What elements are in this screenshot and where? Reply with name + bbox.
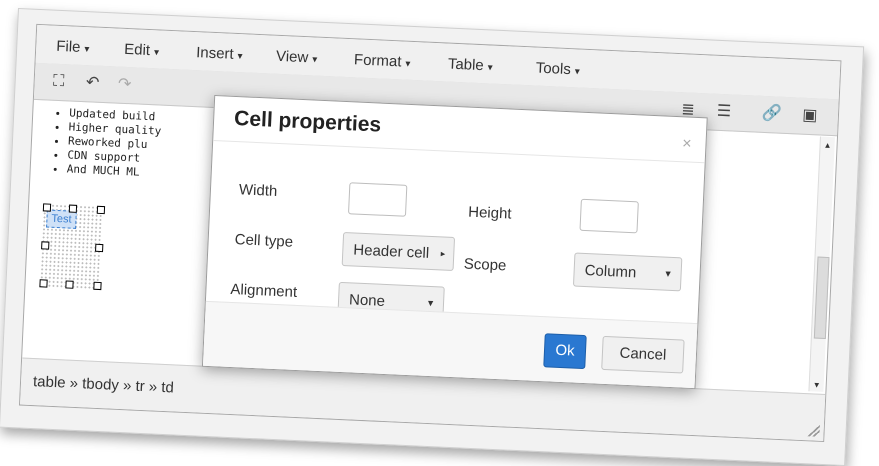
chevron-down-icon: ▾ bbox=[84, 44, 90, 56]
cell-properties-dialog: Cell properties × Width Height Cell type… bbox=[201, 94, 708, 390]
screenshot-card: File ▾ Edit ▾ Insert ▾ View ▾ Format ▾ Table ▾… bbox=[0, 8, 865, 466]
close-icon[interactable]: × bbox=[682, 135, 692, 153]
editor-table[interactable]: Test bbox=[39, 203, 106, 291]
resize-grip-icon[interactable] bbox=[807, 424, 820, 437]
width-label: Width bbox=[238, 181, 278, 200]
link-icon[interactable]: 🔗 bbox=[757, 102, 786, 127]
menu-insert[interactable]: Insert ▾ bbox=[196, 44, 243, 63]
menu-table[interactable]: Table ▾ bbox=[448, 56, 494, 75]
resize-handle[interactable] bbox=[42, 203, 52, 212]
menu-tools[interactable]: Tools ▾ bbox=[535, 60, 580, 79]
editor-content[interactable]: Updated build Higher quality Reworked pl… bbox=[40, 105, 162, 180]
element-path[interactable]: table » tbody » tr » td bbox=[33, 373, 175, 396]
chevron-down-icon: ▾ bbox=[311, 54, 318, 66]
vertical-scrollbar[interactable]: ▲ ▼ bbox=[808, 136, 835, 392]
ok-button[interactable]: Ok bbox=[543, 333, 587, 370]
chevron-down-icon: ▾ bbox=[487, 62, 493, 74]
clear-formatting-icon[interactable]: ⛶ bbox=[44, 69, 73, 94]
scroll-down-icon[interactable]: ▼ bbox=[813, 380, 821, 389]
chevron-down-icon: ▾ bbox=[237, 51, 243, 63]
menu-edit[interactable]: Edit ▾ bbox=[124, 41, 160, 60]
undo-icon[interactable]: ↶ bbox=[78, 71, 107, 96]
resize-handle[interactable] bbox=[65, 280, 74, 289]
chevron-down-icon: ▼ bbox=[663, 268, 673, 279]
resize-handle[interactable] bbox=[95, 243, 104, 253]
cancel-button[interactable]: Cancel bbox=[601, 335, 685, 374]
width-input[interactable] bbox=[347, 182, 408, 217]
resize-handle[interactable] bbox=[39, 279, 48, 288]
chevron-right-icon: ▸ bbox=[440, 248, 446, 259]
resize-handle[interactable] bbox=[93, 281, 102, 291]
resize-handle[interactable] bbox=[68, 204, 78, 213]
bullet-list: Updated build Higher quality Reworked pl… bbox=[40, 105, 162, 180]
height-label: Height bbox=[467, 203, 512, 223]
resize-handle[interactable] bbox=[41, 241, 50, 250]
image-icon[interactable]: ▣ bbox=[795, 103, 824, 128]
scope-label: Scope bbox=[463, 255, 507, 275]
scope-select[interactable]: Column ▼ bbox=[572, 252, 683, 292]
indent-right-icon[interactable]: ☰ bbox=[709, 100, 738, 125]
chevron-down-icon: ▾ bbox=[574, 66, 580, 78]
menu-file[interactable]: File ▾ bbox=[56, 38, 90, 56]
dialog-title: Cell properties bbox=[233, 106, 382, 137]
scroll-up-icon[interactable]: ▲ bbox=[823, 141, 831, 150]
cell-type-label: Cell type bbox=[234, 231, 294, 251]
resize-handle[interactable] bbox=[96, 205, 106, 215]
alignment-label: Alignment bbox=[230, 280, 298, 301]
scrollbar-thumb[interactable] bbox=[813, 256, 830, 339]
menu-format[interactable]: Format ▾ bbox=[354, 51, 411, 71]
chevron-down-icon: ▼ bbox=[425, 297, 436, 309]
redo-icon[interactable]: ↷ bbox=[110, 72, 139, 97]
chevron-down-icon: ▾ bbox=[405, 58, 411, 70]
height-input[interactable] bbox=[579, 198, 639, 234]
cell-type-select[interactable]: Header cell ▸ bbox=[341, 231, 456, 272]
menu-view[interactable]: View ▾ bbox=[276, 48, 318, 67]
list-item: And MUCH ML bbox=[66, 162, 159, 180]
chevron-down-icon: ▾ bbox=[153, 47, 160, 59]
rich-text-editor: File ▾ Edit ▾ Insert ▾ View ▾ Format ▾ Table ▾… bbox=[18, 23, 842, 443]
